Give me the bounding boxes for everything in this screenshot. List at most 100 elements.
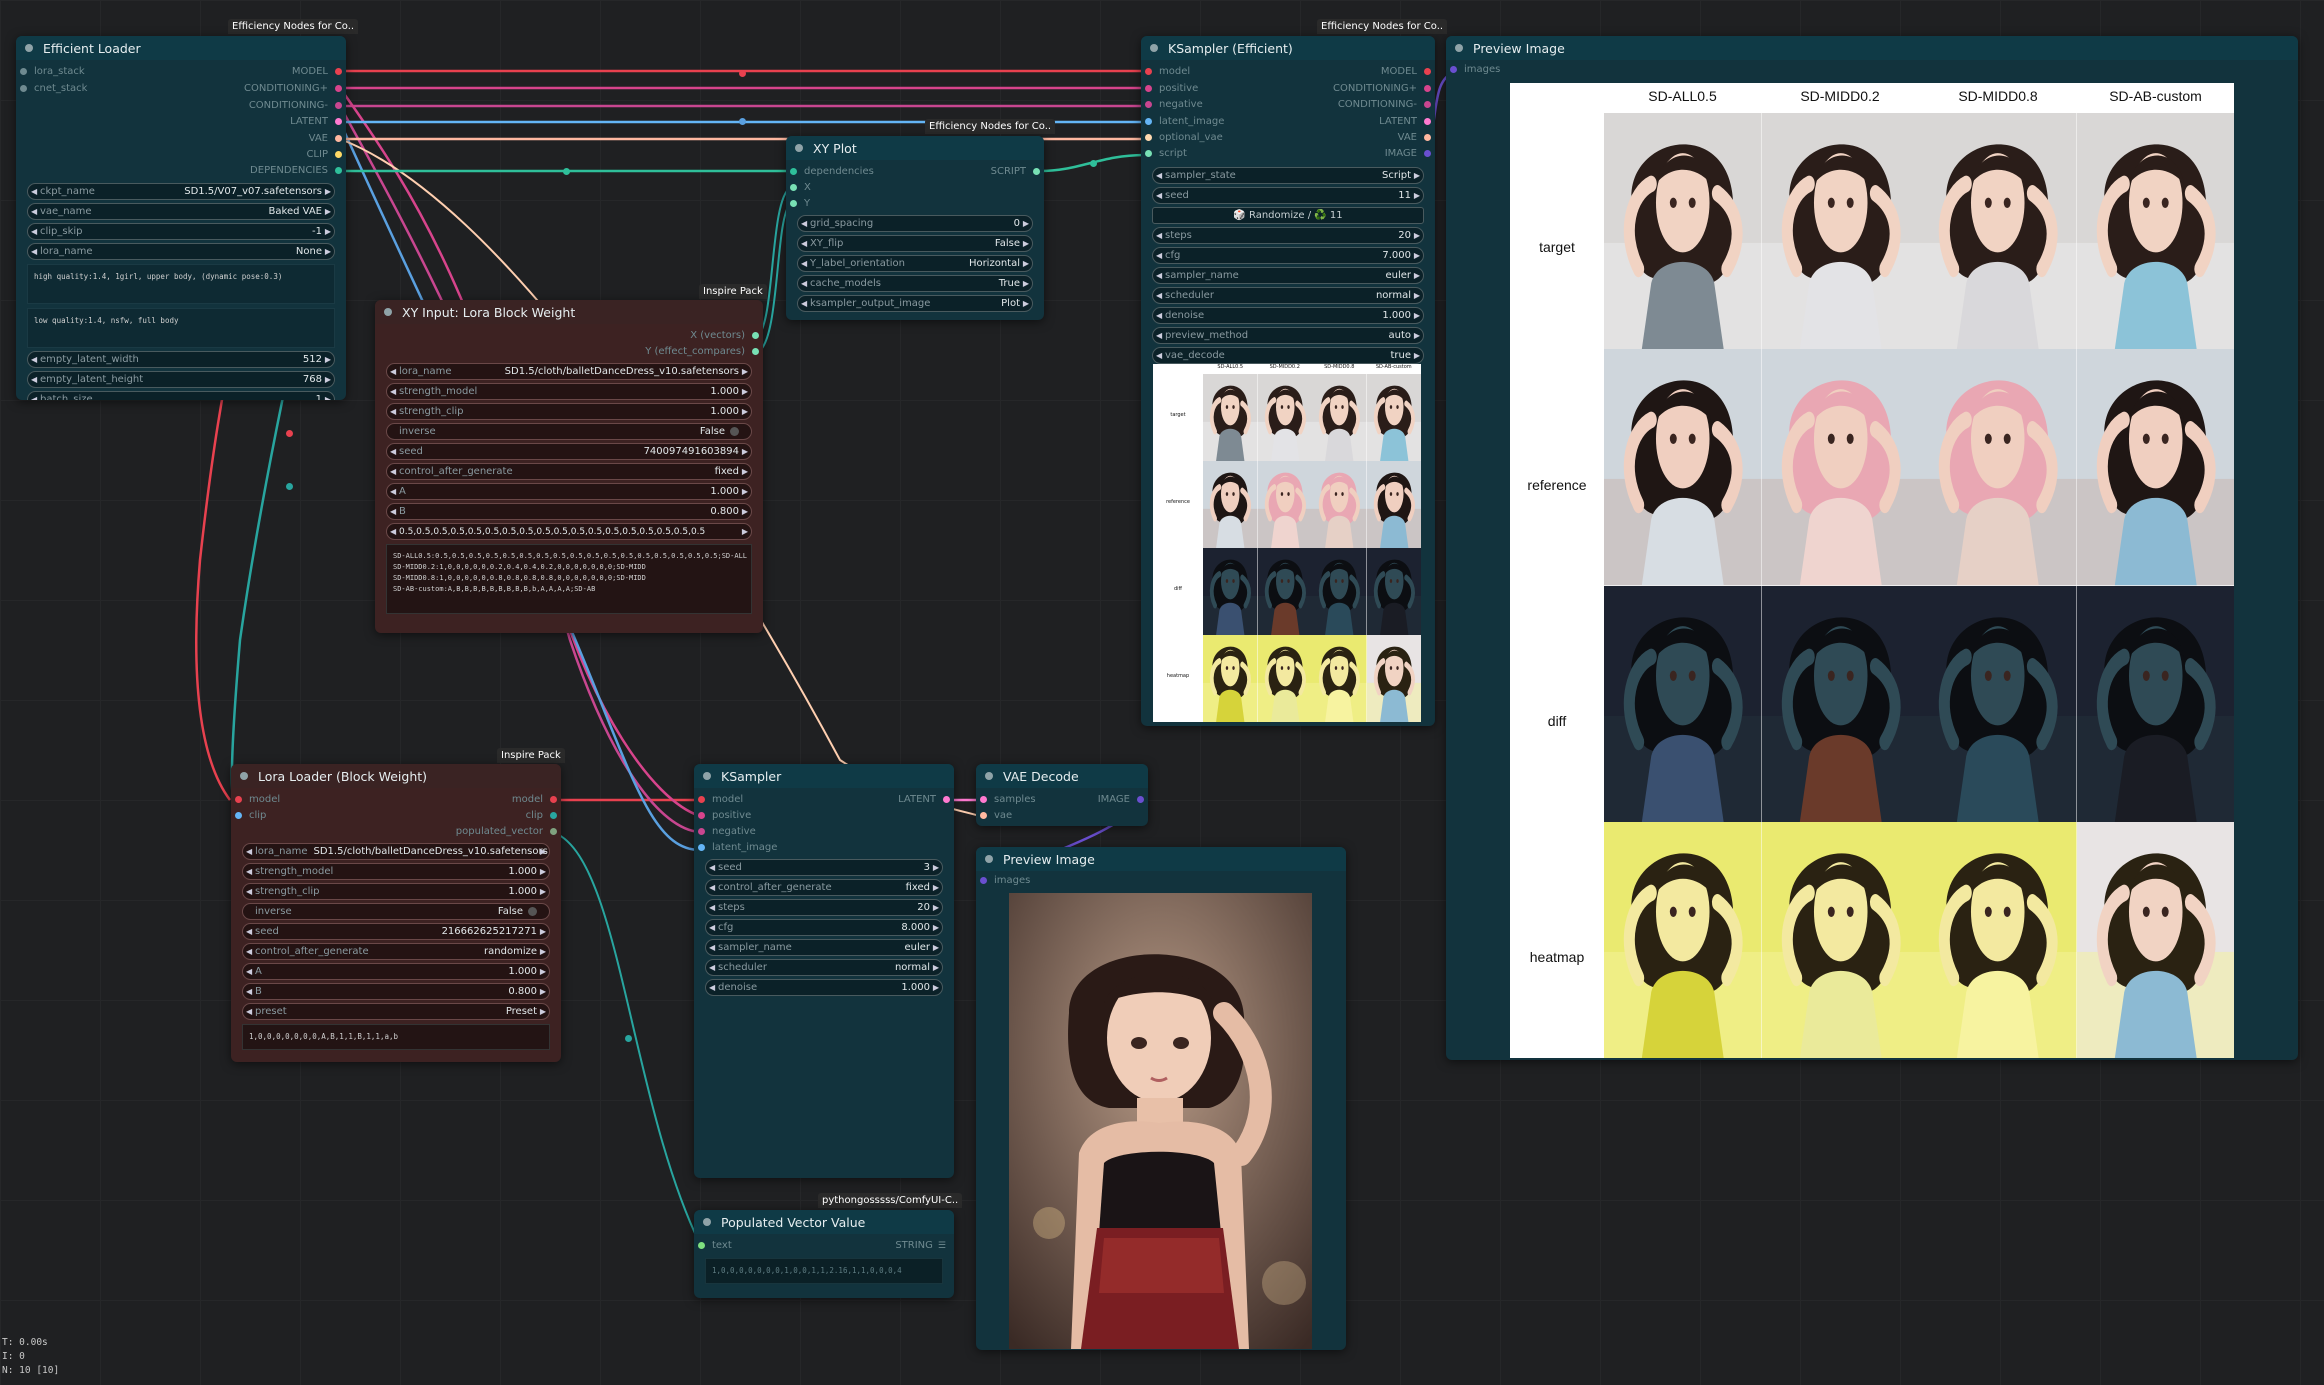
lora-loader-block-weight-node[interactable]: Lora Loader (Block Weight) model model cl…	[231, 764, 561, 1062]
input-latent-image[interactable]: latent_image	[1159, 116, 1224, 127]
node-header[interactable]: KSampler	[694, 764, 954, 788]
widget-lora-name[interactable]: lora_nameSD1.5/cloth/balletDanceDress_v1…	[242, 843, 550, 860]
xy-input-lora-block-weight-node[interactable]: XY Input: Lora Block Weight X (vectors) …	[375, 300, 763, 633]
input-vae[interactable]: vae	[994, 810, 1012, 821]
collapse-dot[interactable]	[795, 144, 803, 152]
collapse-dot[interactable]	[985, 855, 993, 863]
widget-grid-spacing[interactable]: grid_spacing0	[797, 215, 1033, 232]
widget-cache-models[interactable]: cache_modelsTrue	[797, 275, 1033, 292]
output-x-vectors[interactable]: X (vectors)	[690, 330, 745, 341]
reroute-dot[interactable]	[286, 483, 293, 490]
widget-batch-size[interactable]: batch_size1	[27, 391, 335, 400]
widget-control-after-generate[interactable]: control_after_generaterandomize	[242, 943, 550, 960]
input-text[interactable]: text	[712, 1240, 732, 1251]
output-string[interactable]: STRING	[895, 1240, 933, 1251]
output-model[interactable]: model	[512, 794, 543, 805]
widget-preview-method[interactable]: preview_methodauto	[1152, 327, 1424, 344]
vae-decode-node[interactable]: VAE Decode samples IMAGE vae	[976, 764, 1148, 826]
input-images[interactable]: images	[994, 875, 1030, 886]
collapse-dot[interactable]	[703, 1218, 711, 1226]
widget-strength-model[interactable]: strength_model1.000	[386, 383, 752, 400]
node-header[interactable]: XY Plot	[786, 136, 1044, 160]
widget-y-label-orientation[interactable]: Y_label_orientationHorizontal	[797, 255, 1033, 272]
collapse-dot[interactable]	[240, 772, 248, 780]
widget-steps[interactable]: steps20	[705, 899, 943, 916]
widget-strength-clip[interactable]: strength_clip1.000	[386, 403, 752, 420]
reroute-dot[interactable]	[286, 430, 293, 437]
widget-scheduler[interactable]: schedulernormal	[705, 959, 943, 976]
node-header[interactable]: Preview Image	[1446, 36, 2298, 60]
widget-seed[interactable]: seed11	[1152, 187, 1424, 204]
widget-a[interactable]: A1.000	[386, 483, 752, 500]
block-vector-textarea[interactable]: 1,0,0,0,0,0,0,0,A,B,1,1,B,1,1,a,b	[242, 1024, 550, 1050]
widget-sampler-state[interactable]: sampler_stateScript	[1152, 167, 1424, 184]
output-image[interactable]: IMAGE	[1385, 148, 1417, 159]
widget-strength-clip[interactable]: strength_clip1.000	[242, 883, 550, 900]
input-negative[interactable]: negative	[712, 826, 756, 837]
node-header[interactable]: Preview Image	[976, 847, 1346, 871]
node-header[interactable]: Lora Loader (Block Weight)	[231, 764, 561, 788]
widget-b[interactable]: B0.800	[242, 983, 550, 1000]
widget-control-after-generate[interactable]: control_after_generatefixed	[386, 463, 752, 480]
widget-steps[interactable]: steps20	[1152, 227, 1424, 244]
collapse-dot[interactable]	[985, 772, 993, 780]
output-conditioning-neg[interactable]: CONDITIONING-	[249, 100, 328, 111]
widget-strength-model[interactable]: strength_model1.000	[242, 863, 550, 880]
populated-vector-value-node[interactable]: Populated Vector Value text STRING ☰ 1,0,0…	[694, 1210, 954, 1298]
node-header[interactable]: Efficient Loader	[16, 36, 346, 60]
output-conditioning-neg[interactable]: CONDITIONING-	[1338, 99, 1417, 110]
input-y[interactable]: Y	[804, 198, 810, 209]
output-model[interactable]: MODEL	[1381, 66, 1417, 77]
widget-seed[interactable]: seed3	[705, 859, 943, 876]
ksampler-node[interactable]: KSampler model LATENT positive negative l…	[694, 764, 954, 1178]
vector-text-field[interactable]: 1,0,0,0,0,0,0,0,1,0,0,1,1,2.16,1,1,0,0,0…	[705, 1258, 943, 1284]
widget-seed[interactable]: seed216662625217271	[242, 923, 550, 940]
node-header[interactable]: XY Input: Lora Block Weight	[375, 300, 763, 324]
widget-seed[interactable]: seed740097491603894	[386, 443, 752, 460]
widget-ksampler-output-image[interactable]: ksampler_output_imagePlot	[797, 295, 1033, 312]
output-image[interactable]: IMAGE	[1098, 794, 1130, 805]
input-positive[interactable]: positive	[1159, 83, 1198, 94]
output-conditioning-pos[interactable]: CONDITIONING+	[1333, 83, 1417, 94]
input-x[interactable]: X	[804, 182, 811, 193]
reroute-dot[interactable]	[625, 1035, 632, 1042]
widget-vae-name[interactable]: vae_nameBaked VAE	[27, 203, 335, 220]
negative-prompt-textarea[interactable]: low quality:1.4, nsfw, full body	[27, 308, 335, 348]
xy-plot-node[interactable]: XY Plot dependencies SCRIPT X Y grid_spac…	[786, 136, 1044, 320]
reroute-dot[interactable]	[739, 118, 746, 125]
widget-preset[interactable]: 0.5,0.5,0.5,0.5,0.5,0.5,0.5,0.5,0.5,0.5,…	[386, 523, 752, 540]
output-latent[interactable]: LATENT	[1379, 116, 1417, 127]
output-script[interactable]: SCRIPT	[991, 166, 1026, 177]
input-images[interactable]: images	[1464, 64, 1500, 75]
ksampler-efficient-node[interactable]: KSampler (Efficient) model MODEL positive…	[1141, 36, 1435, 726]
output-y-effect-compares[interactable]: Y (effect_compares)	[645, 346, 745, 357]
input-model[interactable]: model	[712, 794, 743, 805]
widget-clip-skip[interactable]: clip_skip-1	[27, 223, 335, 240]
collapse-dot[interactable]	[1455, 44, 1463, 52]
reroute-dot[interactable]	[739, 70, 746, 77]
widget-ckpt-name[interactable]: ckpt_nameSD1.5/V07_v07.safetensors	[27, 183, 335, 200]
output-conditioning-pos[interactable]: CONDITIONING+	[244, 83, 328, 94]
widget-xy-flip[interactable]: XY_flipFalse	[797, 235, 1033, 252]
widget-vae-decode[interactable]: vae_decodetrue	[1152, 347, 1424, 364]
widget-sampler-name[interactable]: sampler_nameeuler	[705, 939, 943, 956]
input-dependencies[interactable]: dependencies	[804, 166, 874, 177]
widget-lora-name[interactable]: lora_nameSD1.5/cloth/balletDanceDress_v1…	[386, 363, 752, 380]
output-model[interactable]: MODEL	[292, 66, 328, 77]
node-header[interactable]: Populated Vector Value	[694, 1210, 954, 1234]
randomize-seed-button[interactable]: 🎲 Randomize / ♻️ 11	[1152, 207, 1424, 224]
output-populated-vector[interactable]: populated_vector	[456, 826, 543, 837]
widget-a[interactable]: A1.000	[242, 963, 550, 980]
block-vectors-textarea[interactable]: SD-ALL0.5:0.5,0.5,0.5,0.5,0.5,0.5,0.5,0.…	[386, 544, 752, 614]
widget-lora-name[interactable]: lora_nameNone	[27, 243, 335, 260]
input-negative[interactable]: negative	[1159, 99, 1203, 110]
widget-empty-latent-height[interactable]: empty_latent_height768	[27, 371, 335, 388]
input-samples[interactable]: samples	[994, 794, 1036, 805]
preview-image-node-small[interactable]: Preview Image images	[976, 847, 1346, 1350]
widget-denoise[interactable]: denoise1.000	[1152, 307, 1424, 324]
widget-inverse-toggle[interactable]: inverse False	[386, 423, 752, 440]
widget-denoise[interactable]: denoise1.000	[705, 979, 943, 996]
output-clip[interactable]: clip	[526, 810, 543, 821]
reroute-dot[interactable]	[1090, 160, 1097, 167]
input-positive[interactable]: positive	[712, 810, 751, 821]
